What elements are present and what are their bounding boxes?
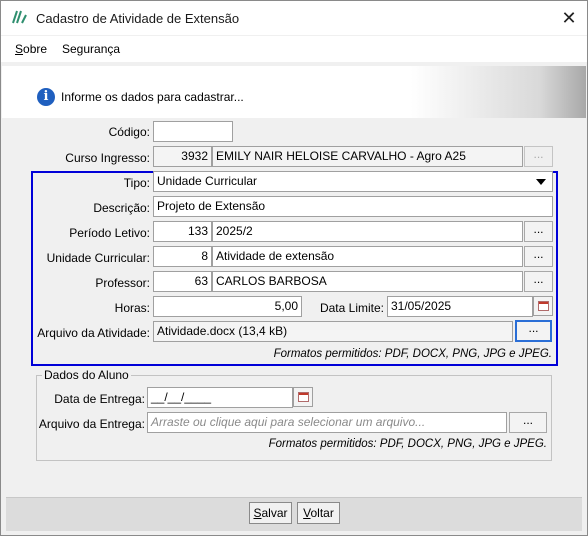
voltar-button[interactable]: Voltar (297, 502, 340, 524)
periodo-label: Período Letivo: (69, 226, 150, 240)
unidade-lookup-button[interactable]: ... (524, 246, 553, 267)
info-icon: i (37, 88, 55, 106)
unidade-label: Unidade Curricular: (46, 251, 150, 265)
chevron-down-icon (536, 179, 546, 185)
descricao-label: Descrição: (93, 201, 150, 215)
button-bar (6, 497, 582, 531)
professor-code-field[interactable]: 63 (153, 271, 212, 292)
data-entrega-label: Data de Entrega: (54, 392, 145, 406)
arquivo-formats-note: Formatos permitidos: PDF, DOCX, PNG, JPG… (273, 348, 552, 360)
window-title: Cadastro de Atividade de Extensão (36, 11, 240, 26)
unidade-code-field[interactable]: 8 (153, 246, 212, 267)
data-limite-field[interactable]: 31/05/2025 (387, 296, 533, 317)
codigo-label: Código: (108, 125, 150, 139)
curso-label: Curso Ingresso: (65, 151, 150, 165)
descricao-field[interactable]: Projeto de Extensão (153, 196, 553, 217)
salvar-button[interactable]: Salvar (249, 502, 292, 524)
app-logo-icon (12, 10, 27, 24)
info-message: Informe os dados para cadastrar... (61, 90, 244, 104)
professor-name-field: CARLOS BARBOSA (212, 271, 523, 292)
arquivo-select-button[interactable]: ... (515, 320, 552, 342)
menu-seguranca[interactable]: Segurança (62, 42, 120, 56)
curso-lookup-button[interactable]: ... (524, 146, 553, 167)
curso-name-field: EMILY NAIR HELOISE CARVALHO - Agro A25 (212, 146, 523, 167)
periodo-code-field[interactable]: 133 (153, 221, 212, 242)
menu-sobre[interactable]: Sobre (15, 42, 47, 56)
professor-label: Professor: (95, 276, 150, 290)
tipo-select[interactable]: Unidade Curricular (153, 171, 553, 192)
arquivo-entrega-formats-note: Formatos permitidos: PDF, DOCX, PNG, JPG… (268, 438, 547, 450)
periodo-name-field: 2025/2 (212, 221, 523, 242)
close-icon[interactable]: ✕ (556, 6, 582, 30)
tipo-value: Unidade Curricular (157, 174, 258, 188)
data-entrega-calendar-icon[interactable] (293, 387, 313, 407)
data-entrega-field[interactable]: __/__/____ (147, 387, 293, 408)
periodo-lookup-button[interactable]: ... (524, 221, 553, 242)
horas-label: Horas: (114, 301, 150, 315)
dados-aluno-title: Dados do Aluno (42, 368, 131, 382)
data-limite-label: Data Limite: (319, 301, 384, 315)
horas-field[interactable]: 5,00 (153, 296, 302, 317)
curso-code-field: 3932 (153, 146, 212, 167)
arquivo-entrega-label: Arquivo da Entrega: (38, 417, 145, 431)
arquivo-entrega-dropzone[interactable]: Arraste ou clique aqui para selecionar u… (147, 412, 507, 433)
professor-lookup-button[interactable]: ... (524, 271, 553, 292)
arquivo-entrega-select-button[interactable]: ... (509, 412, 547, 433)
data-limite-calendar-icon[interactable] (533, 296, 553, 316)
arquivo-field[interactable]: Atividade.docx (13,4 kB) (153, 321, 513, 342)
unidade-name-field: Atividade de extensão (212, 246, 523, 267)
codigo-field[interactable] (153, 121, 233, 142)
tipo-label: Tipo: (123, 176, 150, 190)
arquivo-label: Arquivo da Atividade: (37, 326, 150, 340)
